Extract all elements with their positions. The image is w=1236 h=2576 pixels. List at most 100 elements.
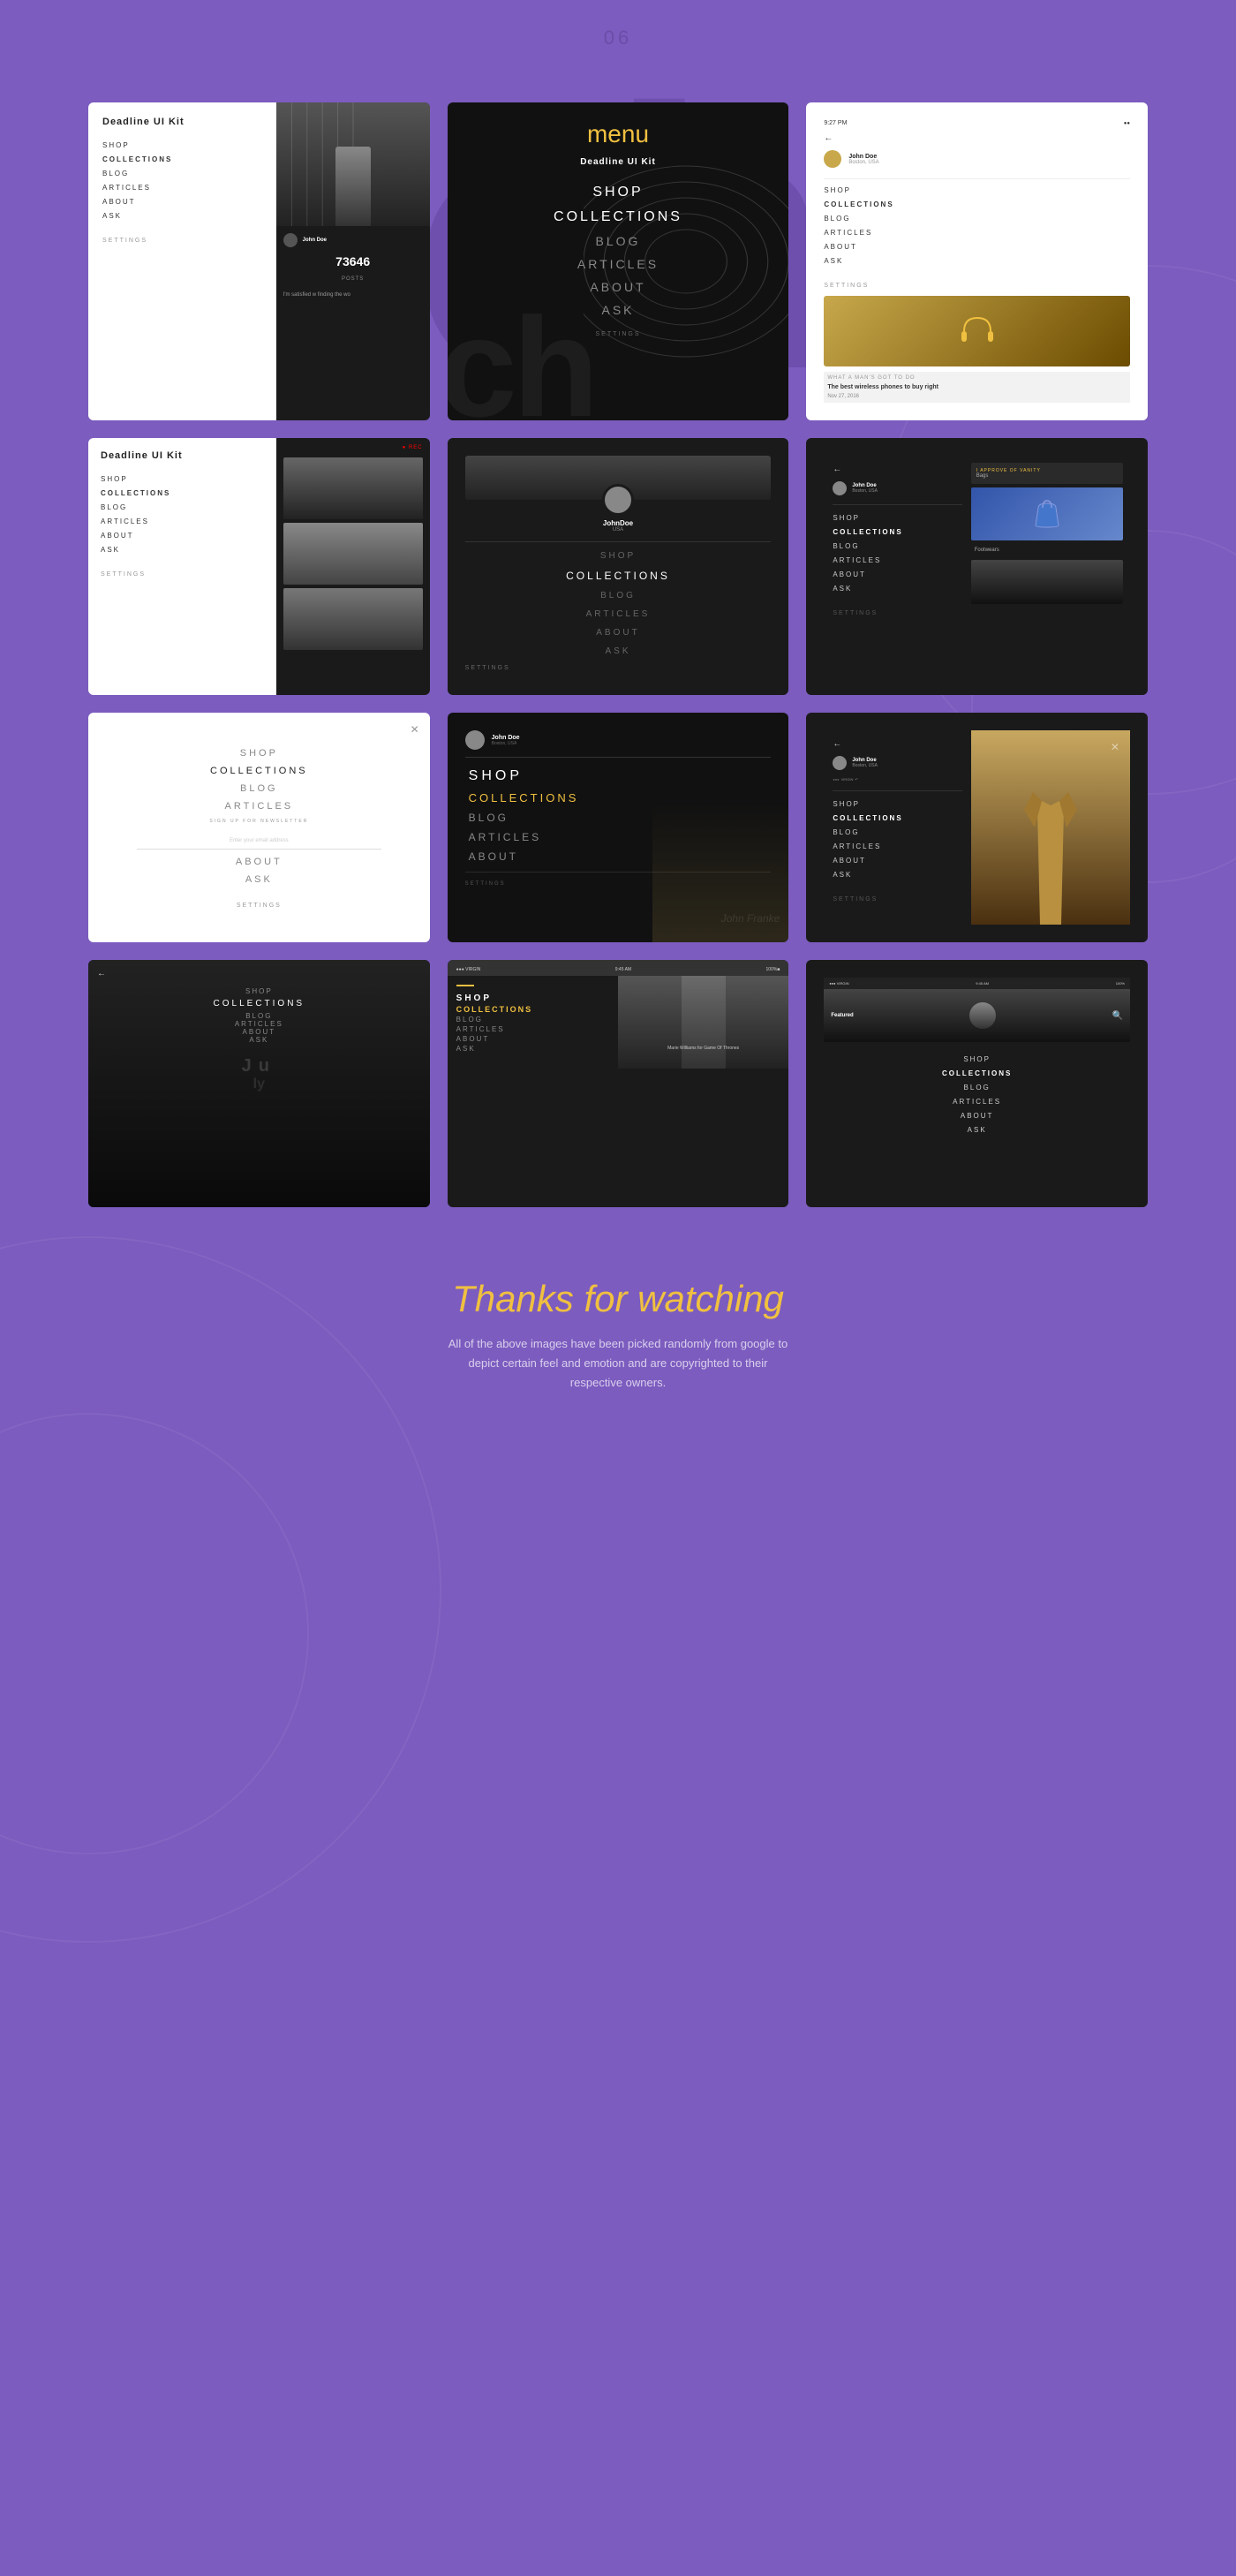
nav-settings-7[interactable]: SETTINGS [106,903,412,909]
nav-about-9[interactable]: ABOUT [833,857,961,865]
profile-sub-8: Boston, USA [492,741,520,746]
nav-collections-3[interactable]: COLLECTIONS [824,200,1130,208]
nav-shop-9[interactable]: SHOP [833,800,961,808]
nav-collections-4[interactable]: COLLECTIONS [101,489,264,497]
menu-shop-2[interactable]: SHOP [465,185,772,200]
profile-loc-5: USA [472,527,765,533]
count-num-1: 73646 [283,254,423,268]
footer: Thanks for watching All of the above ima… [88,1207,1148,1446]
nav-blog-9[interactable]: BLOG [833,828,961,836]
menu-collections-2[interactable]: COLLECTIONS [465,209,772,225]
footer-text: All of the above images have been picked… [441,1334,795,1393]
search-icon-12[interactable]: 🔍 [1112,1011,1123,1021]
nav-collections-9[interactable]: COLLECTIONS [833,814,961,822]
nav-about-6[interactable]: ABOUT [833,570,961,578]
nav-ask-6[interactable]: ASK [833,585,961,593]
mockup-card-8: John Doe Boston, USA SHOP COLLECTIONS BL… [448,713,789,942]
nav-shop-4[interactable]: SHOP [101,475,264,483]
nav-about-3[interactable]: ABOUT [824,243,1130,251]
menu-articles-5[interactable]: ARTICLES [465,609,772,619]
nav-settings-9[interactable]: SETTINGS [833,896,961,903]
nav-settings-1[interactable]: SETTINGS [102,238,262,244]
menu-blog-2[interactable]: BLOG [465,234,772,248]
article-sub2-6: Bags [976,473,1118,479]
nav-blog-4[interactable]: BLOG [101,503,264,511]
profile-name-3: John Doe [848,154,878,160]
menu-articles-2[interactable]: ARTICLES [465,257,772,271]
nav-articles-12[interactable]: ARTICLES [831,1098,1123,1106]
nav-blog-3[interactable]: BLOG [824,215,1130,223]
nav-blog-6[interactable]: BLOG [833,542,961,550]
nav-articles-4[interactable]: ARTICLES [101,517,264,525]
nav-collections-7[interactable]: COLLECTIONS [106,766,412,776]
nav-shop-3[interactable]: SHOP [824,186,1130,194]
nav-ask-9[interactable]: ASK [833,871,961,879]
back-arrow-9[interactable]: ← [833,739,961,749]
nav-articles-9[interactable]: ARTICLES [833,842,961,850]
menu-ask-5[interactable]: ASK [465,646,772,656]
nav-blog-12[interactable]: BLOG [831,1084,1123,1092]
nav-about-12[interactable]: ABOUT [831,1112,1123,1120]
nav-blog-1[interactable]: BLOG [102,170,262,178]
nav-shop-1[interactable]: SHOP [102,141,262,149]
article-tag-3: WHAT A MAN'S GOT TO DO [827,375,1127,381]
nav-ask-3[interactable]: ASK [824,257,1130,265]
nav-ask-7[interactable]: ASK [106,874,412,885]
mockup-grid: Deadline UI Kit SHOP COLLECTIONS BLOG AR… [88,49,1148,1207]
menu-settings-2[interactable]: SETTINGS [465,331,772,337]
nav-shop-12[interactable]: SHOP [831,1055,1123,1063]
profile-sub-3: Boston, USA [848,160,878,165]
close-btn-7[interactable]: ✕ [411,723,419,736]
nav-articles-6[interactable]: ARTICLES [833,556,961,564]
article-footwear-6: Footwears [975,548,1119,553]
nav-about-1[interactable]: ABOUT [102,198,262,206]
menu-about-5[interactable]: ABOUT [465,628,772,638]
nav-articles-3[interactable]: ARTICLES [824,229,1130,237]
nav-shop-7[interactable]: SHOP [106,748,412,759]
nav-collections-8[interactable]: COLLECTIONS [469,791,772,805]
close-btn-9[interactable]: ✕ [1111,741,1119,753]
nav-shop-8[interactable]: SHOP [469,768,772,784]
mockup-card-4: Deadline UI Kit SHOP COLLECTIONS BLOG AR… [88,438,430,695]
nav-ask-4[interactable]: ASK [101,546,264,554]
nav-settings-6[interactable]: SETTINGS [833,610,961,616]
article-date-3: Nov 27, 2016 [827,394,1127,399]
mockup-card-11: ●●● VIRGIN 9:45 AM 100%■ SHOP COLLECTION… [448,960,789,1207]
mockup-card-7: ✕ SHOP COLLECTIONS BLOG ARTICLES SIGN UP… [88,713,430,942]
mockup-card-9: ← John Doe Boston, USA ●●● VIRGIN [806,713,1148,942]
nav-about-7[interactable]: ABOUT [106,857,412,867]
mockup-card-6: ← John Doe Boston, USA SHOP COLLECTIONS … [806,438,1148,695]
nav-blog-7[interactable]: BLOG [106,783,412,794]
nav-collections-12[interactable]: COLLECTIONS [831,1069,1123,1077]
nav-settings-4[interactable]: SETTINGS [101,571,264,578]
nav-shop-6[interactable]: SHOP [833,514,961,522]
nav-collections-6[interactable]: COLLECTIONS [833,528,961,536]
back-arrow-3[interactable]: ← [824,133,1130,143]
menu-collections-5[interactable]: COLLECTIONS [465,570,772,582]
menu-about-2[interactable]: ABOUT [465,280,772,294]
menu-ask-2[interactable]: ASK [465,303,772,317]
nav-ask-1[interactable]: ASK [102,212,262,220]
footer-title: Thanks for watching [106,1278,1130,1320]
nav-about-4[interactable]: ABOUT [101,532,264,540]
menu-blog-5[interactable]: BLOG [465,591,772,601]
mockup-card-12: ●●● VIRGIN 9:45 AM 100% Featured 🔍 SHOP … [806,960,1148,1207]
back-arrow-6[interactable]: ← [833,465,961,474]
back-arrow-10[interactable]: ← [97,969,421,978]
menu-settings-5[interactable]: SETTINGS [465,665,772,671]
nav-articles-1[interactable]: ARTICLES [102,184,262,192]
nav-collections-1[interactable]: COLLECTIONS [102,155,262,163]
nav-articles-7[interactable]: ARTICLES [106,801,412,812]
menu-shop-5[interactable]: SHOP [465,551,772,561]
nav-settings-3[interactable]: SETTINGS [824,283,1130,289]
avatar-3 [824,150,841,168]
nav-ask-12[interactable]: ASK [831,1126,1123,1134]
nav-collections-10[interactable]: COLLECTIONS [97,999,421,1008]
profile-name-5: JohnDoe [472,519,765,527]
page-number: 06 [0,0,1236,49]
article-title-3: The best wireless phones to buy right [827,384,1127,390]
mockup-card-10: ← SHOP COLLECTIONS BLOG ARTICLES ABOUT A… [88,960,430,1207]
profile-name-1: John Doe [303,238,327,243]
mockup-card-5: JohnDoe USA SHOP COLLECTIONS BLOG ARTICL… [448,438,789,695]
brand-2: Deadline UI Kit [465,157,772,167]
